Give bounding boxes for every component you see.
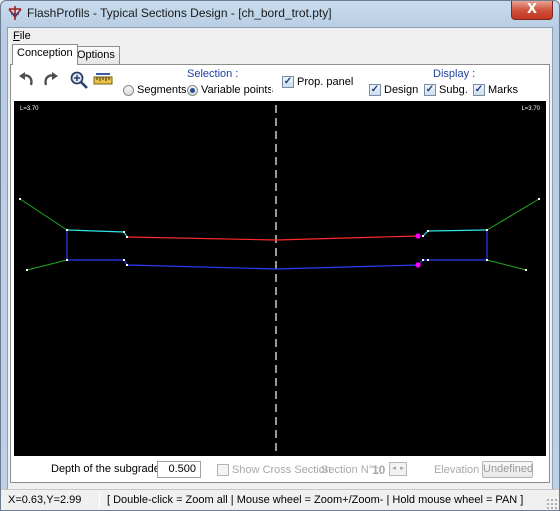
section-number: 10 [372,463,386,477]
redo-icon[interactable] [40,70,60,90]
menu-file-mnemonic: F [13,30,20,42]
tab-conception[interactable]: Conception [12,44,78,65]
section-prev-icon[interactable]: ◂ [390,463,398,475]
left-slope-lines [19,198,68,271]
elevation-button[interactable]: Undefined [482,461,533,478]
depth-label: Depth of the subgrade : [51,463,166,475]
display-marks-checkbox[interactable]: ✓ Marks [473,84,518,96]
marks-check-icon: ✓ [473,84,485,96]
right-curb-top [422,229,488,237]
title-bar[interactable]: FlashProfils - Typical Sections Design -… [1,1,559,25]
display-marks-label: Marks [488,84,518,96]
depth-input[interactable]: 0.500 [157,461,201,478]
radio-segments-circle [123,84,134,96]
toolbar-separator [271,69,272,99]
left-curb-top [66,229,128,238]
flashprofils-app-icon [8,6,22,20]
selection-title: Selection : [187,68,239,80]
app-window: FlashProfils - Typical Sections Design -… [0,0,560,511]
show-cross-section-label: Show Cross Section [232,464,332,476]
resize-grip-icon[interactable] [546,498,557,509]
window-title: FlashProfils - Typical Sections Design -… [27,6,332,20]
right-width-label: L=3.70 [521,106,540,112]
show-cross-section-check-icon [217,464,229,476]
prop-panel-check-icon: ✓ [282,76,294,88]
radio-variable-points-label: Variable points [201,84,273,96]
display-design-label: Design [384,84,419,96]
bottom-controls: Depth of the subgrade : 0.500 Show Cross… [11,458,549,482]
section-next-icon[interactable]: ▸ [398,463,406,475]
conception-panel: Selection : Segments Variable points ✓ P… [10,64,550,483]
section-label: Section N° : [321,464,380,476]
cursor-coordinates: X=0.63,Y=2.99 [8,494,82,506]
toolbar-separator [363,69,364,99]
toolbar-separator [119,69,120,99]
status-separator [99,492,100,509]
radio-variable-points[interactable]: Variable points [187,84,273,96]
client-area: File Conception Options Selection: Segm… [7,27,553,504]
cross-section-drawing: L=3.70 L=3.70 [19,105,541,455]
right-slope-lines [486,198,540,271]
display-title: Display : [433,68,476,80]
subg-check-icon: ✓ [424,84,436,96]
undo-icon[interactable] [17,70,37,90]
design-canvas[interactable]: L=3.70 L=3.70 [14,101,546,456]
status-help-text: [ Double-click = Zoom all | Mouse wheel … [107,494,524,506]
radio-segments[interactable]: Segments [123,84,187,96]
section-spinner[interactable]: ◂ ▸ [389,462,407,476]
close-button[interactable]: X [511,1,553,20]
elevation-label: Elevation : [434,464,486,476]
toolbar: Selection : Segments Variable points ✓ P… [11,65,549,101]
display-design-checkbox[interactable]: ✓ Design [369,84,418,96]
measure-icon[interactable] [93,70,113,90]
menu-bar: File [8,28,552,45]
left-width-label: L=3.70 [20,106,39,112]
prop-panel-label: Prop. panel [297,76,354,88]
menu-file[interactable]: File [13,30,31,42]
design-check-icon: ✓ [369,84,381,96]
show-cross-section-checkbox[interactable]: Show Cross Section [217,464,331,476]
tab-options[interactable]: Options [72,46,120,65]
menu-file-label: ile [19,30,31,42]
design-line [126,235,419,241]
zoom-icon[interactable] [69,70,89,90]
radio-segments-label: Segments [137,84,187,96]
variable-point-marker[interactable] [415,233,421,239]
variable-point-marker[interactable] [415,262,421,268]
display-subg-checkbox[interactable]: ✓ Subg. [424,84,468,96]
status-bar: X=0.63,Y=2.99 [ Double-click = Zoom all … [1,489,559,510]
bottom-separator [211,460,212,480]
prop-panel-checkbox[interactable]: ✓ Prop. panel [282,76,353,88]
display-subg-label: Subg. [439,84,468,96]
radio-variable-points-circle [187,84,198,96]
